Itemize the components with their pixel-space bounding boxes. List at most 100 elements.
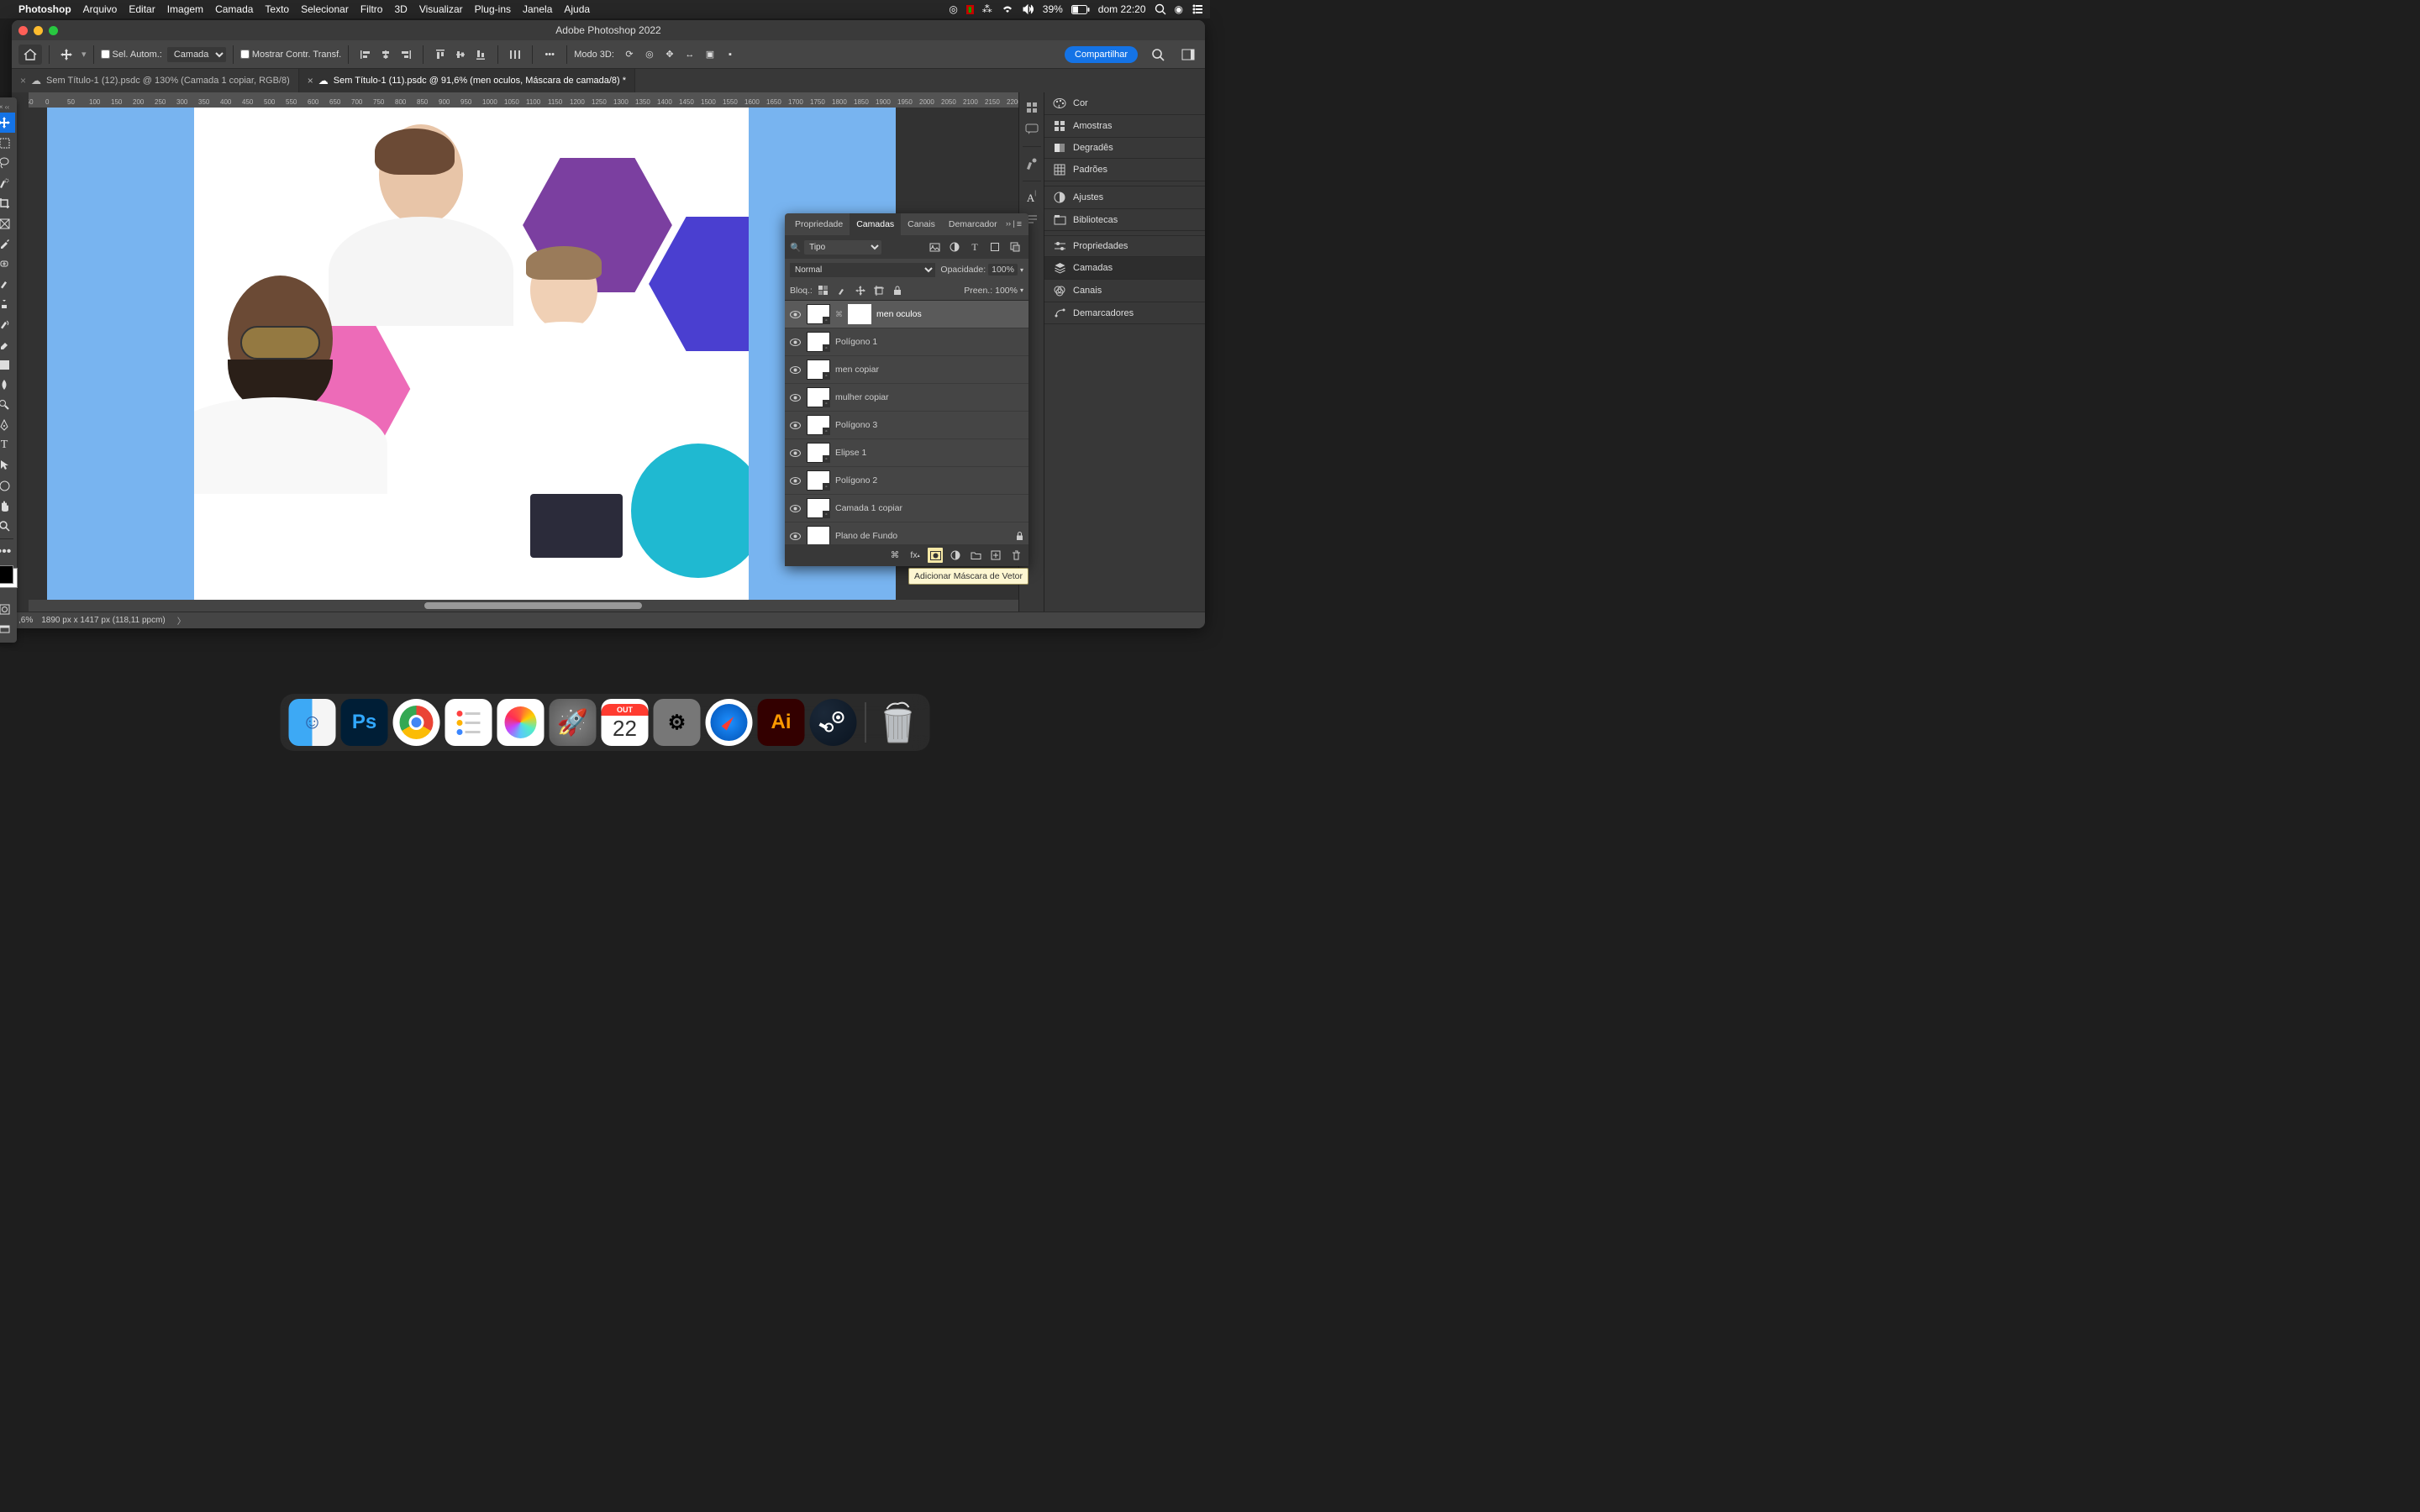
gradient-tool[interactable] [0, 354, 15, 375]
doc-info[interactable]: 1890 px x 1417 px (118,11 ppcm) [41, 616, 166, 625]
panel-menu-icon[interactable]: ≡ [1017, 219, 1022, 229]
history-brush-tool[interactable] [0, 314, 15, 334]
menu-janela[interactable]: Janela [523, 3, 552, 15]
dock-settings[interactable]: ⚙ [654, 699, 701, 746]
panel-amostras[interactable]: Amostras [1044, 115, 1205, 138]
lasso-tool[interactable] [0, 153, 15, 173]
dock-chrome[interactable] [393, 699, 440, 746]
dock-illustrator[interactable]: Ai [758, 699, 805, 746]
horizontal-scrollbar[interactable] [29, 600, 1018, 612]
type-tool[interactable]: T [0, 435, 15, 455]
control-center-icon[interactable] [1192, 4, 1203, 14]
layer-row[interactable]: ▫Polígono 2 [785, 467, 1028, 495]
auto-select-checkbox[interactable]: Sel. Autom.: [101, 50, 162, 60]
filter-pixel-icon[interactable] [926, 239, 943, 255]
adjustment-layer-icon[interactable] [948, 548, 963, 563]
align-top-icon[interactable] [430, 45, 450, 64]
document[interactable] [47, 108, 896, 612]
align-vcenter-icon[interactable] [450, 45, 471, 64]
align-bottom-icon[interactable] [471, 45, 491, 64]
layer-row[interactable]: Plano de Fundo [785, 522, 1028, 544]
tab-demarcadores[interactable]: Demarcador [942, 213, 1004, 235]
align-left-icon[interactable] [355, 45, 376, 64]
dock-safari[interactable] [706, 699, 753, 746]
3d-camera-icon[interactable]: ▪ [720, 45, 740, 64]
close-tab-icon[interactable]: × [20, 75, 26, 87]
zoom-window-button[interactable] [49, 26, 58, 35]
layer-men-oculos[interactable] [194, 276, 387, 494]
blend-mode-dropdown[interactable]: Normal [790, 263, 935, 277]
layer-row[interactable]: ▫⌘men oculos [785, 301, 1028, 328]
lock-brush-icon[interactable] [834, 283, 850, 298]
filter-type-dropdown[interactable]: Tipo [804, 240, 881, 255]
dock-calendar[interactable]: OUT22 [602, 699, 649, 746]
group-icon[interactable] [968, 548, 983, 563]
show-transform-checkbox[interactable]: Mostrar Contr. Transf. [240, 50, 341, 60]
panel-demarcadores[interactable]: Demarcadores [1044, 302, 1205, 324]
visibility-icon[interactable] [790, 394, 802, 402]
lock-position-icon[interactable] [853, 283, 868, 298]
layer-thumbnail[interactable]: ▫ [807, 332, 830, 352]
3d-zoom-icon[interactable]: ▣ [700, 45, 720, 64]
filter-type-icon[interactable]: T [966, 239, 983, 255]
panel-propriedades[interactable]: Propriedades [1044, 236, 1205, 257]
visibility-icon[interactable] [790, 505, 802, 512]
layer-row[interactable]: ▫Polígono 1 [785, 328, 1028, 356]
color-swatches[interactable] [0, 565, 13, 584]
3d-slide-icon[interactable]: ↔ [680, 45, 700, 64]
dock-trash[interactable] [875, 699, 922, 746]
opacity-value[interactable]: 100% [988, 264, 1018, 276]
3d-orbit-icon[interactable]: ⟳ [619, 45, 639, 64]
search-button[interactable] [1148, 45, 1168, 65]
panel-padrões[interactable]: Padrões [1044, 159, 1205, 181]
eraser-tool[interactable] [0, 334, 15, 354]
tools-grip[interactable]: × ‹‹ [0, 101, 17, 113]
fx-icon[interactable]: fx▴ [908, 548, 923, 563]
shape-elipse-1[interactable] [631, 444, 749, 578]
document-tab-0[interactable]: × ☁ Sem Título-1 (12).psdc @ 130% (Camad… [12, 69, 299, 92]
lock-all-icon[interactable] [890, 283, 905, 298]
layer-row[interactable]: ▫Camada 1 copiar [785, 495, 1028, 522]
zoom-level[interactable]: ,6% [18, 616, 33, 625]
shape-poligono-2[interactable] [648, 217, 749, 351]
horizontal-ruler[interactable]: -500501001502002503003504004505005506006… [29, 92, 1018, 108]
layer-thumbnail[interactable]: ▫ [807, 443, 830, 463]
dock-finder[interactable]: ☺ [289, 699, 336, 746]
quickmask-button[interactable] [0, 599, 15, 619]
bluetooth-icon[interactable]: ⁂ [982, 3, 992, 15]
eyedropper-tool[interactable] [0, 234, 15, 254]
workspace-button[interactable] [1178, 45, 1198, 65]
visibility-icon[interactable] [790, 533, 802, 540]
layer-row[interactable]: ▫mulher copiar [785, 384, 1028, 412]
mask-link-icon[interactable]: ⌘ [835, 310, 843, 319]
share-button[interactable]: Compartilhar [1065, 46, 1138, 63]
close-window-button[interactable] [18, 26, 28, 35]
zoom-tool[interactable] [0, 516, 15, 536]
dock-launchpad[interactable]: 🚀 [550, 699, 597, 746]
layer-thumbnail[interactable]: ▫ [807, 304, 830, 324]
strip-brush-icon[interactable] [1022, 154, 1042, 174]
volume-icon[interactable] [1023, 4, 1034, 14]
shape-tool[interactable] [0, 475, 15, 496]
layer-mulher-copiar[interactable] [484, 250, 644, 427]
app-name-menu[interactable]: Photoshop [18, 3, 71, 15]
fill-dropdown-icon[interactable]: ▾ [1020, 286, 1023, 294]
filter-adjust-icon[interactable] [946, 239, 963, 255]
spotlight-icon[interactable] [1155, 3, 1166, 15]
frame-tool[interactable] [0, 213, 15, 234]
dock-photos[interactable] [497, 699, 544, 746]
fill-value[interactable]: 100% [995, 286, 1018, 296]
path-select-tool[interactable] [0, 455, 15, 475]
lock-pixels-icon[interactable] [816, 283, 831, 298]
panel-camadas[interactable]: Camadas [1044, 257, 1205, 280]
menu-arquivo[interactable]: Arquivo [83, 3, 118, 15]
strip-char-icon[interactable]: A| [1022, 188, 1042, 208]
close-tab-icon[interactable]: × [308, 75, 313, 87]
lock-artboard-icon[interactable] [871, 283, 886, 298]
pen-tool[interactable] [0, 415, 15, 435]
panel-ajustes[interactable]: Ajustes [1044, 186, 1205, 209]
menu-plugins[interactable]: Plug-ins [475, 3, 511, 15]
lock-icon[interactable] [1016, 532, 1023, 541]
menu-selecionar[interactable]: Selecionar [301, 3, 349, 15]
move-tool[interactable] [0, 113, 15, 133]
